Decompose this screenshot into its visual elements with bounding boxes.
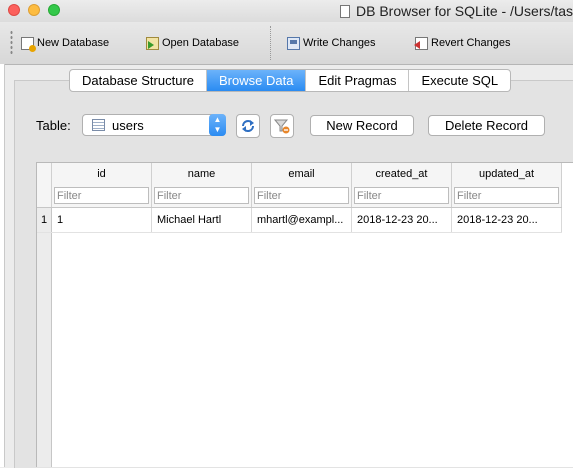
refresh-icon xyxy=(242,120,254,132)
clear-filter-icon xyxy=(274,119,290,134)
clear-filters-button[interactable] xyxy=(270,114,294,138)
tab-browse-data[interactable]: Browse Data xyxy=(207,70,307,91)
toolbar-grip-icon[interactable] xyxy=(10,30,13,56)
toolbar-separator xyxy=(270,26,271,60)
title-bar: DB Browser for SQLite - /Users/tasu xyxy=(0,0,573,22)
column-header-name[interactable]: name xyxy=(152,163,252,185)
cell-name[interactable]: Michael Hartl xyxy=(152,208,252,232)
filter-row-corner xyxy=(37,185,52,207)
cell-created-at[interactable]: 2018-12-23 20... xyxy=(352,208,452,232)
filter-cell-updated-at xyxy=(452,185,562,207)
window-title: DB Browser for SQLite - /Users/tasu xyxy=(340,3,573,19)
open-database-button[interactable]: Open Database xyxy=(146,34,239,52)
new-database-label: New Database xyxy=(37,37,110,49)
table-select[interactable]: users ▲ ▼ xyxy=(82,114,226,136)
document-icon xyxy=(340,4,350,18)
revert-changes-label: Revert Changes xyxy=(431,37,511,49)
table-icon xyxy=(92,119,105,131)
filter-input-name[interactable] xyxy=(154,187,249,204)
revert-changes-button[interactable]: Revert Changes xyxy=(414,34,511,52)
open-database-icon xyxy=(146,36,159,50)
tab-database-structure[interactable]: Database Structure xyxy=(70,70,208,91)
tab-edit-pragmas[interactable]: Edit Pragmas xyxy=(306,70,410,91)
filter-cell-email xyxy=(252,185,352,207)
column-header-created-at[interactable]: created_at xyxy=(352,163,452,185)
chevron-updown-icon[interactable]: ▲ ▼ xyxy=(209,114,226,136)
filter-input-created-at[interactable] xyxy=(354,187,449,204)
zoom-window-button[interactable] xyxy=(48,4,60,16)
filter-input-email[interactable] xyxy=(254,187,349,204)
new-database-button[interactable]: New Database xyxy=(21,34,109,52)
new-database-icon xyxy=(21,36,36,52)
minimize-window-button[interactable] xyxy=(28,4,40,16)
write-changes-label: Write Changes xyxy=(303,37,376,49)
column-header-updated-at[interactable]: updated_at xyxy=(452,163,562,185)
main-tab-bar: Database Structure Browse Data Edit Prag… xyxy=(69,69,512,92)
write-changes-button[interactable]: Write Changes xyxy=(287,34,376,52)
filter-row xyxy=(37,185,562,208)
cell-email[interactable]: mhartl@exampl... xyxy=(252,208,352,232)
filter-cell-created-at xyxy=(352,185,452,207)
left-window-edge xyxy=(0,64,5,467)
table-label: Table: xyxy=(36,118,71,133)
column-header-row: id name email created_at updated_at xyxy=(37,163,562,186)
row-header-column xyxy=(37,209,52,467)
data-grid[interactable]: id name email created_at updated_at 1 1 … xyxy=(36,162,573,467)
tab-execute-sql[interactable]: Execute SQL xyxy=(409,70,510,91)
main-toolbar: New Database Open Database Write Changes… xyxy=(0,22,573,65)
cell-updated-at[interactable]: 2018-12-23 20... xyxy=(452,208,562,232)
close-window-button[interactable] xyxy=(8,4,20,16)
revert-changes-icon xyxy=(414,36,428,50)
column-header-email[interactable]: email xyxy=(252,163,352,185)
table-select-value: users xyxy=(112,117,144,133)
refresh-button[interactable] xyxy=(236,114,260,138)
table-row[interactable]: 1 1 Michael Hartl mhartl@exampl... 2018-… xyxy=(37,208,562,233)
row-number[interactable]: 1 xyxy=(37,208,52,232)
filter-input-updated-at[interactable] xyxy=(454,187,559,204)
filter-input-id[interactable] xyxy=(54,187,149,204)
grid-corner[interactable] xyxy=(37,163,52,185)
cell-id[interactable]: 1 xyxy=(52,208,152,232)
delete-record-button[interactable]: Delete Record xyxy=(428,115,545,136)
window-title-text: DB Browser for SQLite - /Users/tasu xyxy=(356,3,573,19)
write-changes-icon xyxy=(287,36,300,50)
column-header-id[interactable]: id xyxy=(52,163,152,185)
filter-cell-id xyxy=(52,185,152,207)
filter-cell-name xyxy=(152,185,252,207)
new-record-button[interactable]: New Record xyxy=(310,115,414,136)
open-database-label: Open Database xyxy=(162,37,240,49)
